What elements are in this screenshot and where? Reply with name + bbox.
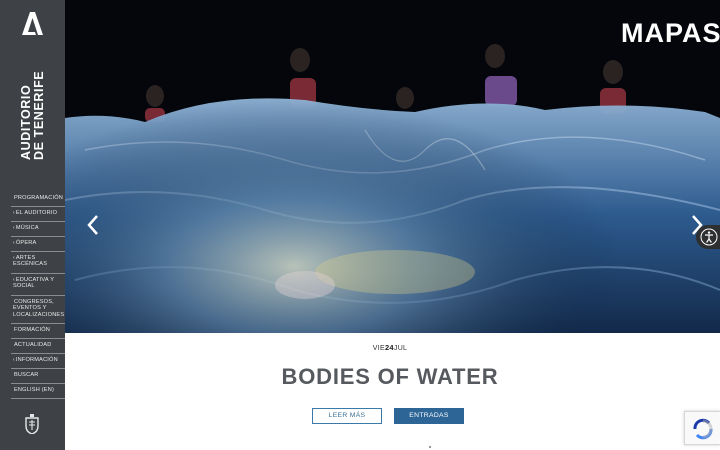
sidebar: AUDITORIO DE TENERIFE PROGRAMACIÓN ‹EL A… — [0, 0, 65, 450]
hero-image — [65, 0, 720, 333]
nav-item-informacion[interactable]: ‹INFORMACIÓN — [11, 354, 65, 369]
read-more-button[interactable]: LEER MÁS — [312, 408, 382, 424]
nav-item-congresos[interactable]: CONGRESOS, EVENTOS Y LOCALIZACIONES — [11, 296, 65, 324]
accessibility-icon — [700, 228, 718, 246]
recaptcha-badge[interactable] — [684, 411, 720, 445]
nav-item-opera[interactable]: ‹ÓPERA — [11, 237, 65, 252]
event-month: JUL — [393, 345, 408, 352]
nav-item-formacion[interactable]: FORMACIÓN — [11, 324, 65, 339]
nav-item-artes-escenicas[interactable]: ‹ARTES ESCÉNICAS — [11, 252, 65, 274]
scroll-indicator — [429, 446, 431, 448]
nav-item-educativa-social[interactable]: ‹EDUCATIVA Y SOCIAL — [11, 274, 65, 296]
nav-item-english[interactable]: ENGLISH (EN) — [11, 384, 65, 399]
hero-slider[interactable]: MAPAS — [65, 0, 720, 333]
chevron-left-icon[interactable] — [85, 213, 101, 237]
recaptcha-icon — [693, 418, 713, 440]
cabildo-crest-icon[interactable] — [24, 414, 40, 434]
page: AUDITORIO DE TENERIFE PROGRAMACIÓN ‹EL A… — [0, 0, 720, 450]
auditorio-logo-icon[interactable] — [19, 10, 45, 36]
main-nav: PROGRAMACIÓN ‹EL AUDITORIO ‹MÚSICA ‹ÓPER… — [11, 192, 65, 399]
brand-wordmark[interactable]: AUDITORIO DE TENERIFE — [18, 42, 48, 162]
event-date-num: 24 — [384, 343, 394, 352]
event-date: VIE24JUL — [340, 343, 440, 352]
nav-item-buscar[interactable]: BUSCAR — [11, 369, 65, 384]
tickets-button[interactable]: ENTRADAS — [394, 408, 464, 424]
nav-item-musica[interactable]: ‹MÚSICA — [11, 222, 65, 237]
brand-line-2: DE TENERIFE — [32, 70, 46, 160]
nav-item-programacion[interactable]: PROGRAMACIÓN — [11, 192, 65, 207]
festival-logo[interactable]: MAPAS — [621, 18, 720, 49]
event-title: BODIES OF WATER — [281, 364, 499, 389]
nav-item-el-auditorio[interactable]: ‹EL AUDITORIO — [11, 207, 65, 222]
event-day: VIE — [372, 345, 385, 352]
nav-item-actualidad[interactable]: ACTUALIDAD — [11, 339, 65, 354]
accessibility-button[interactable] — [696, 225, 720, 249]
